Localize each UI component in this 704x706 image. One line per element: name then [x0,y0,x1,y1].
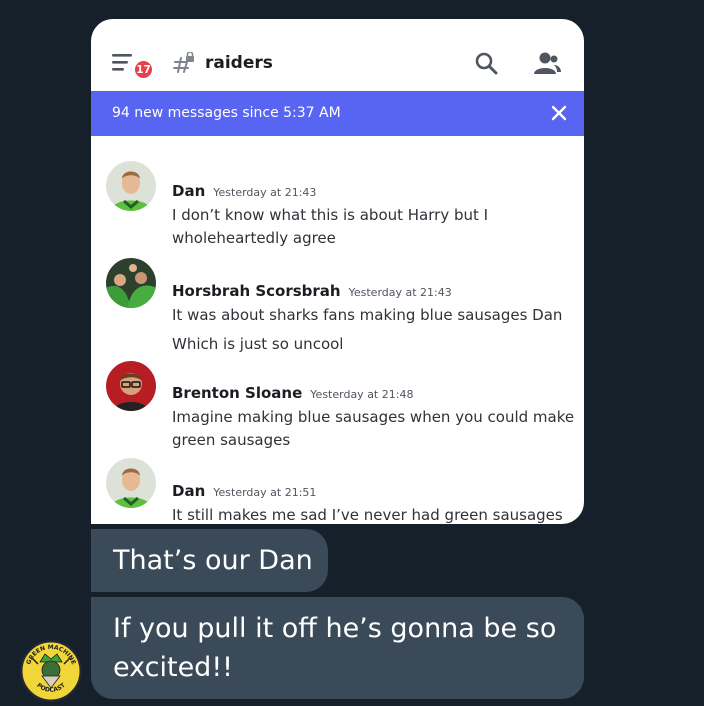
user-avatar[interactable] [106,458,156,508]
search-icon[interactable] [474,51,498,75]
message-author[interactable]: Dan [172,482,205,500]
locked-channel-hash-icon [173,52,194,73]
message[interactable]: Dan Yesterday at 21:51 It still makes me … [91,456,584,524]
new-messages-text: 94 new messages since 5:37 AM [112,105,341,121]
channel-header: 17 raiders [91,19,584,91]
message-author[interactable]: Horsbrah Scorsbrah [172,282,341,300]
message-timestamp: Yesterday at 21:48 [310,388,414,401]
user-avatar[interactable] [106,258,156,308]
chat-bubble-text: That’s our Dan [113,545,313,576]
user-avatar[interactable] [106,361,156,411]
chat-bubble-text: If you pull it off he’s gonna be so [113,613,557,644]
chat-bubble-text: excited!! [113,652,233,683]
members-icon[interactable] [533,51,561,75]
message[interactable]: Horsbrah Scorsbrah Yesterday at 21:43 It … [91,258,584,353]
message-text: I don’t know what this is about Harry bu… [172,206,489,224]
message-author[interactable]: Dan [172,182,205,200]
chat-bubble[interactable]: If you pull it off he’s gonna be so exci… [91,597,584,699]
message-timestamp: Yesterday at 21:51 [213,486,317,499]
message[interactable]: Dan Yesterday at 21:43 I don’t know what … [91,158,584,248]
message-timestamp: Yesterday at 21:43 [348,286,452,299]
message-text: green sausages [172,431,291,449]
podcast-logo-avatar[interactable]: GREEN MACHINE PODCAST [20,640,82,702]
message-text: wholeheartedly agree [172,229,336,247]
message-text: It was about sharks fans making blue sau… [172,306,563,324]
unread-badge: 17 [133,59,154,80]
message[interactable]: Brenton Sloane Yesterday at 21:48 Imagine… [91,359,584,454]
message-text: It still makes me sad I’ve never had gre… [172,506,563,524]
message-text: Imagine making blue sausages when you co… [172,408,575,426]
new-messages-banner[interactable]: 94 new messages since 5:37 AM [91,91,584,136]
channel-name: raiders [205,53,273,73]
message-timestamp: Yesterday at 21:43 [213,186,317,199]
close-icon[interactable] [551,103,567,123]
discord-screenshot-card: 17 raiders 94 new messages since 5:37 AM [91,19,584,524]
chat-bubble[interactable]: That’s our Dan [91,529,328,592]
message-author[interactable]: Brenton Sloane [172,384,302,402]
message-text: Which is just so uncool [172,335,344,353]
user-avatar[interactable] [106,161,156,211]
